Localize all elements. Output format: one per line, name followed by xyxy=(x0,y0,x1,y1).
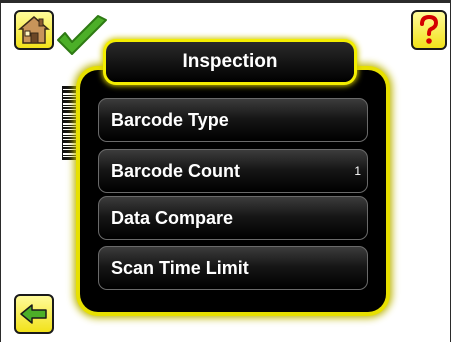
inspection-menu: Barcode Type Barcode Count 1 Data Compar… xyxy=(80,70,386,312)
barcode-count-value: 1 xyxy=(354,164,361,178)
back-arrow-icon xyxy=(20,304,47,324)
back-button[interactable] xyxy=(14,294,54,334)
menu-item-data-compare[interactable]: Data Compare xyxy=(98,196,368,240)
menu-item-label: Scan Time Limit xyxy=(111,257,249,278)
page-title: Inspection xyxy=(106,42,354,82)
green-check-icon xyxy=(57,15,107,55)
question-mark-icon xyxy=(420,14,439,44)
menu-item-label: Barcode Count xyxy=(111,160,241,181)
house-icon xyxy=(18,16,50,44)
menu-item-label: Barcode Type xyxy=(111,109,229,130)
menu-item-barcode-count[interactable]: Barcode Count 1 xyxy=(98,149,368,193)
menu-item-label: Data Compare xyxy=(111,207,234,228)
home-button[interactable] xyxy=(14,10,54,50)
menu-item-barcode-type[interactable]: Barcode Type xyxy=(98,98,368,142)
help-button[interactable] xyxy=(411,10,447,50)
menu-item-scan-time-limit[interactable]: Scan Time Limit xyxy=(98,246,368,290)
